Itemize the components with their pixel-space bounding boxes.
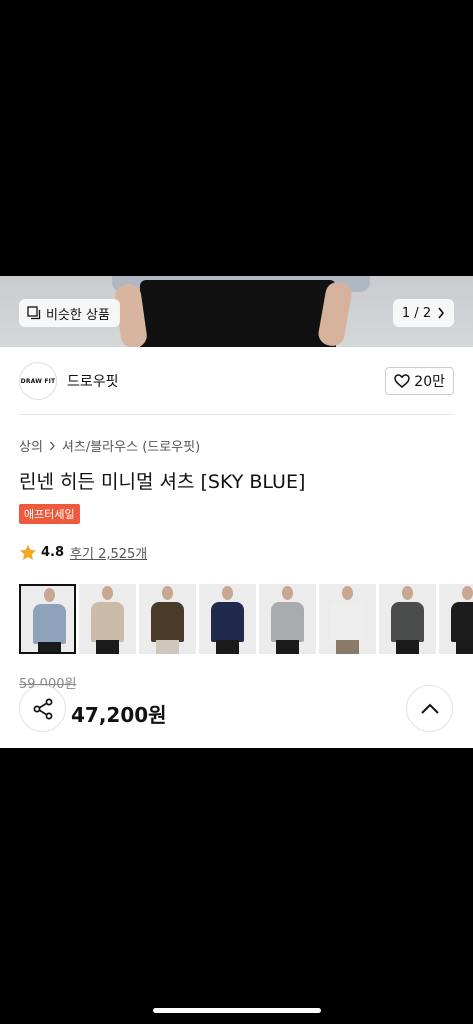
similar-products-button[interactable]: 비슷한 상품 [19,299,120,327]
product-title: 린넨 히든 미니멀 셔츠 [SKY BLUE] [19,471,306,493]
color-thumbnail-sky-blue[interactable] [19,584,76,654]
model-pants [216,640,239,654]
color-thumbnail-white[interactable] [319,584,376,654]
model-head [102,586,113,600]
model-shirt [331,602,364,642]
share-icon [33,698,52,719]
color-thumbnail-black[interactable] [439,584,473,654]
model-shirt [211,602,244,642]
like-button[interactable]: 20만 [385,367,454,395]
breadcrumb-item-category[interactable]: 상의 [19,436,43,455]
model-pants [396,640,419,654]
rating-score: 4.8 [41,545,65,560]
color-thumbnail-beige[interactable] [79,584,136,654]
model-shirt [451,602,473,642]
reviews-link[interactable]: 후기 2,525개 [70,543,147,562]
model-head [44,588,55,602]
star-icon [20,544,36,560]
chevron-right-icon [49,441,55,450]
share-button[interactable] [19,685,66,732]
model-shirt [391,602,424,642]
product-info-sheet: DRAW FIT 드로우핏 20만 상의 셔츠/블라우스 (드로우핏) 린넨 히… [0,347,473,748]
model-pants [156,640,179,654]
model-pants [276,640,299,654]
model-shirt [271,602,304,642]
model-shirt [151,602,184,642]
color-thumbnail-brown[interactable] [139,584,196,654]
model-shirt [91,602,124,642]
copy-icon [27,306,41,320]
color-thumbnail-list [19,584,473,654]
heart-icon [394,374,411,388]
current-price: 47,200원 [71,703,167,727]
model-pants [96,640,119,654]
brand-row: DRAW FIT 드로우핏 20만 [19,361,454,401]
like-count: 20만 [414,374,445,390]
color-thumbnail-light-gray[interactable] [259,584,316,654]
color-thumbnail-navy[interactable] [199,584,256,654]
model-pants [38,642,61,652]
model-head [162,586,173,600]
pager-text: 1 / 2 [401,305,432,321]
scroll-to-top-button[interactable] [406,685,453,732]
model-head [462,586,473,600]
model-head [402,586,413,600]
home-indicator [153,1008,321,1013]
sale-badge-label: 애프터세일 [24,508,75,521]
sale-badge: 애프터세일 [19,504,80,524]
image-pager[interactable]: 1 / 2 [393,299,454,327]
brand-logo-text: DRAW FIT [20,377,56,385]
chevron-right-icon [438,307,445,319]
rating-row: 4.8 후기 2,525개 [19,543,147,562]
brand-logo[interactable]: DRAW FIT [19,362,57,400]
hero-pants [140,280,336,347]
chevron-up-icon [420,703,439,714]
divider [19,414,454,415]
color-thumbnail-charcoal[interactable] [379,584,436,654]
breadcrumb-item-subcategory[interactable]: 셔츠/블라우스 (드로우핏) [62,436,200,455]
breadcrumb: 상의 셔츠/블라우스 (드로우핏) [19,436,200,455]
similar-products-label: 비슷한 상품 [46,307,110,323]
model-head [222,586,233,600]
model-head [342,586,353,600]
model-pants [456,640,473,654]
model-head [282,586,293,600]
model-shirt [33,604,66,644]
brand-name[interactable]: 드로우핏 [67,371,119,391]
model-pants [336,640,359,654]
